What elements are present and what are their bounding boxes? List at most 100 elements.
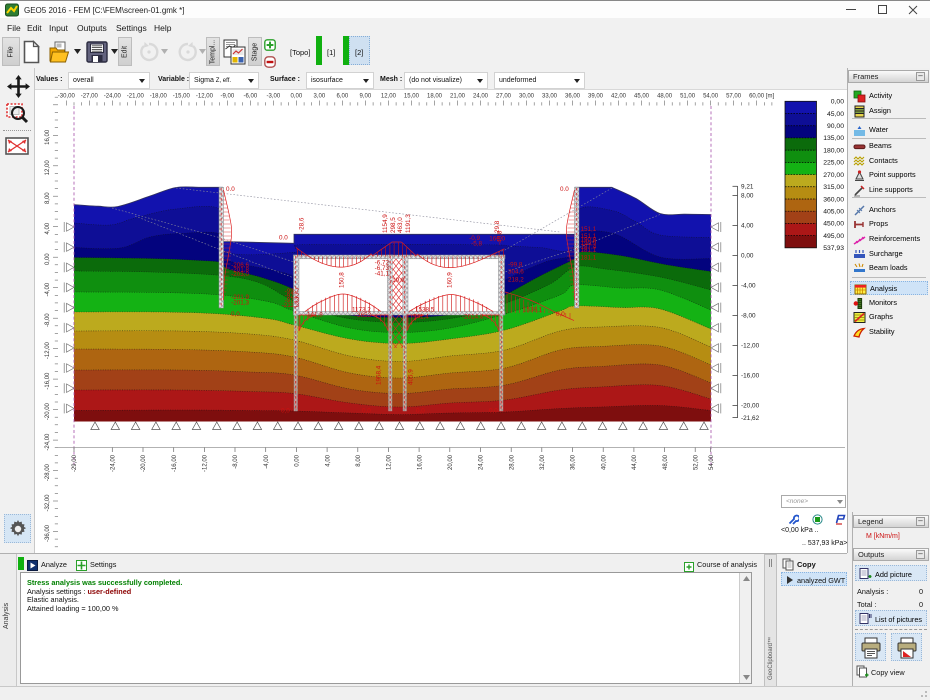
svg-text:4,00: 4,00 bbox=[45, 222, 51, 234]
svg-text:12,00: 12,00 bbox=[387, 454, 393, 470]
svg-text:48,00: 48,00 bbox=[657, 94, 673, 100]
svg-text:20,00: 20,00 bbox=[448, 454, 454, 470]
svg-text:4,00: 4,00 bbox=[325, 454, 331, 466]
svg-text:8,00: 8,00 bbox=[356, 454, 362, 466]
svg-text:-5,8: -5,8 bbox=[471, 241, 482, 248]
svg-text:0.0: 0.0 bbox=[226, 186, 235, 193]
svg-text:181,1: 181,1 bbox=[581, 247, 597, 254]
svg-text:9,00: 9,00 bbox=[360, 94, 372, 100]
svg-text:0,0: 0,0 bbox=[362, 408, 371, 415]
svg-text:36,00: 36,00 bbox=[565, 94, 581, 100]
svg-text:-18,00: -18,00 bbox=[150, 94, 168, 100]
svg-text:-12,00: -12,00 bbox=[741, 343, 760, 350]
svg-text:24,00: 24,00 bbox=[473, 94, 489, 100]
svg-text:135,00: 135,00 bbox=[823, 135, 844, 142]
svg-text:6,00: 6,00 bbox=[337, 94, 349, 100]
svg-text:1538,1: 1538,1 bbox=[523, 307, 543, 314]
svg-text:150,8: 150,8 bbox=[339, 272, 346, 288]
svg-text:-203,0: -203,0 bbox=[231, 271, 249, 278]
svg-text:-21,62: -21,62 bbox=[741, 415, 760, 422]
svg-text:537,93: 537,93 bbox=[823, 245, 844, 252]
svg-text:12,00: 12,00 bbox=[381, 94, 397, 100]
svg-text:360,00: 360,00 bbox=[823, 196, 844, 203]
svg-text:0,00: 0,00 bbox=[295, 454, 301, 466]
svg-text:0,0: 0,0 bbox=[489, 408, 498, 415]
svg-text:1154,9: 1154,9 bbox=[382, 214, 389, 233]
svg-text:48,00: 48,00 bbox=[663, 454, 669, 470]
svg-text:54,00: 54,00 bbox=[709, 454, 715, 470]
svg-text:-9,00: -9,00 bbox=[221, 94, 235, 100]
svg-text:0.0: 0.0 bbox=[279, 235, 288, 242]
svg-text:[m]: [m] bbox=[766, 94, 775, 100]
svg-text:15,00: 15,00 bbox=[404, 94, 420, 100]
svg-text:180,00: 180,00 bbox=[823, 147, 844, 154]
svg-text:-4,00: -4,00 bbox=[741, 283, 756, 290]
svg-text:0.0: 0.0 bbox=[560, 186, 569, 193]
svg-text:405,9: 405,9 bbox=[408, 369, 415, 385]
svg-text:9,21: 9,21 bbox=[741, 184, 754, 191]
svg-text:450,00: 450,00 bbox=[823, 221, 844, 228]
svg-text:90,00: 90,00 bbox=[827, 123, 844, 130]
svg-text:-12,00: -12,00 bbox=[196, 94, 214, 100]
svg-text:-211,3: -211,3 bbox=[282, 302, 300, 309]
svg-text:315,00: 315,00 bbox=[823, 184, 844, 191]
svg-text:304,6: 304,6 bbox=[508, 269, 524, 276]
svg-text:-41,1: -41,1 bbox=[375, 271, 390, 278]
svg-text:225,00: 225,00 bbox=[823, 160, 844, 167]
svg-text:24,00: 24,00 bbox=[479, 454, 485, 470]
svg-text:32,00: 32,00 bbox=[540, 454, 546, 470]
svg-text:0,00: 0,00 bbox=[291, 94, 303, 100]
svg-text:-99,8: -99,8 bbox=[508, 262, 523, 269]
svg-text:27,00: 27,00 bbox=[496, 94, 512, 100]
svg-text:-16,00: -16,00 bbox=[741, 373, 760, 380]
svg-text:1538,5: 1538,5 bbox=[415, 307, 435, 314]
svg-text:8,00: 8,00 bbox=[741, 193, 754, 200]
svg-text:1958,4: 1958,4 bbox=[376, 365, 383, 385]
svg-text:-19,9: -19,9 bbox=[390, 277, 405, 284]
svg-text:218,2: 218,2 bbox=[508, 277, 524, 284]
svg-text:-20,00: -20,00 bbox=[45, 402, 51, 420]
svg-text:16,00: 16,00 bbox=[45, 129, 51, 145]
svg-text:181,1: 181,1 bbox=[581, 255, 597, 262]
svg-text:-32,00: -32,00 bbox=[45, 494, 51, 512]
svg-text:18,00: 18,00 bbox=[427, 94, 443, 100]
svg-text:4,00: 4,00 bbox=[741, 223, 754, 230]
svg-text:270,00: 270,00 bbox=[823, 172, 844, 179]
svg-text:463,0: 463,0 bbox=[397, 217, 404, 233]
svg-text:-16,00: -16,00 bbox=[45, 372, 51, 390]
svg-text:-201,3: -201,3 bbox=[231, 300, 249, 307]
svg-text:-8,00: -8,00 bbox=[741, 313, 756, 320]
svg-text:495,00: 495,00 bbox=[823, 233, 844, 240]
svg-text:-6,00: -6,00 bbox=[244, 94, 258, 100]
svg-text:3,00: 3,00 bbox=[314, 94, 326, 100]
svg-text:45,00: 45,00 bbox=[827, 111, 844, 118]
svg-text:40,00: 40,00 bbox=[601, 454, 607, 470]
svg-text:51,00: 51,00 bbox=[680, 94, 696, 100]
svg-text:1191,3: 1191,3 bbox=[405, 214, 412, 233]
svg-text:-24,00: -24,00 bbox=[45, 433, 51, 451]
svg-text:-20,00: -20,00 bbox=[141, 454, 147, 472]
svg-text:60,00: 60,00 bbox=[749, 94, 765, 100]
svg-text:0,0: 0,0 bbox=[416, 408, 425, 415]
svg-text:52,00: 52,00 bbox=[693, 454, 699, 470]
svg-text:-21,00: -21,00 bbox=[127, 94, 145, 100]
svg-text:0,00: 0,00 bbox=[831, 99, 844, 106]
svg-text:-3653: -3653 bbox=[355, 312, 372, 319]
svg-text:16,00: 16,00 bbox=[417, 454, 423, 470]
svg-text:-28,6: -28,6 bbox=[299, 217, 306, 232]
svg-text:-3,00: -3,00 bbox=[267, 94, 281, 100]
svg-text:0,0: 0,0 bbox=[556, 311, 565, 318]
svg-text:54,00: 54,00 bbox=[703, 94, 719, 100]
svg-text:-30,00: -30,00 bbox=[58, 94, 76, 100]
svg-text:0,0: 0,0 bbox=[281, 408, 290, 415]
svg-text:-20,00: -20,00 bbox=[741, 403, 760, 410]
svg-text:-4,00: -4,00 bbox=[264, 454, 270, 468]
svg-text:160,9: 160,9 bbox=[447, 272, 454, 288]
svg-text:-29,00: -29,00 bbox=[72, 454, 78, 472]
svg-text:42,00: 42,00 bbox=[611, 94, 627, 100]
svg-text:44,00: 44,00 bbox=[632, 454, 638, 470]
svg-text:-27,00: -27,00 bbox=[81, 94, 99, 100]
svg-text:-8,00: -8,00 bbox=[45, 313, 51, 327]
svg-text:-12,00: -12,00 bbox=[45, 341, 51, 359]
svg-text:45,00: 45,00 bbox=[634, 94, 650, 100]
